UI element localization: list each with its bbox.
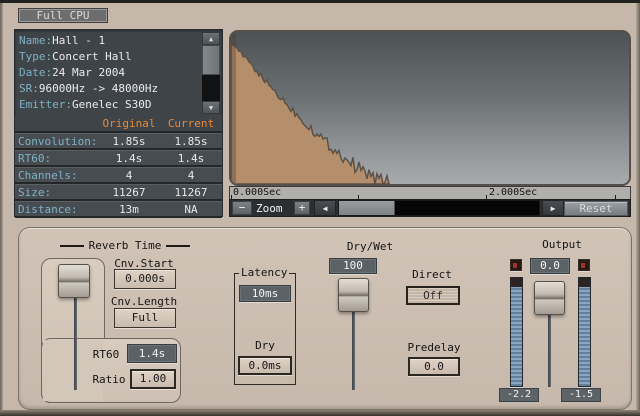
scroll-down-icon[interactable]: ▼ [202,101,220,114]
scroll-right-icon[interactable]: ▶ [542,200,564,216]
meter-cap [579,278,590,287]
latency-title: Latency [239,266,289,279]
predelay-label: Predelay [393,341,475,354]
info-row-name: Name:Hall - 1 [15,33,222,49]
output-meter-left [510,277,523,387]
reverb-time-title: Reverb Time [55,239,195,252]
output-fader-track[interactable] [548,313,551,387]
dry-wet-label: Dry/Wet [321,240,419,253]
output-value[interactable]: 0.0 [530,258,570,274]
col-current: Current [160,116,222,131]
waveform-scroll-track[interactable] [338,200,540,216]
meter-readout-right: -1.5 [561,388,601,402]
zoom-out-button[interactable]: − [232,201,252,215]
col-original: Original [98,116,160,131]
full-cpu-button[interactable]: Full CPU [18,8,108,23]
scrollbar-thumb[interactable] [202,45,220,75]
ratio-value[interactable]: 1.00 [130,369,176,389]
cnv-length-label: Cnv.Length [107,295,181,308]
info-row-sr: SR:96000Hz -> 48000Hz [15,81,222,97]
direct-label: Direct [391,268,473,281]
dry-label: Dry [241,339,289,352]
control-panel: Reverb Time Cnv.Start 0.000s Cnv.Length … [18,227,632,410]
reset-button[interactable]: Reset [564,201,628,216]
ruler-end-label: 2.000Sec [489,187,537,199]
ruler-start-label: 0.000Sec [233,187,281,199]
zoom-in-button[interactable]: + [294,201,310,215]
scroll-left-icon[interactable]: ◀ [314,200,336,216]
table-header: Original Current [15,116,222,133]
waveform-scroll-thumb[interactable] [339,201,395,215]
window-right-edge [636,3,640,416]
decay-envelope [231,32,629,184]
table-row: Size: 11267 11267 [15,184,222,201]
info-scrollbar[interactable]: ▲ ▼ [202,32,220,114]
table-row: RT60: 1.4s 1.4s [15,150,222,167]
zoom-scroll-bar: − Zoom + ◀ ▶ Reset [229,199,631,217]
dry-wet-value[interactable]: 100 [329,258,377,274]
reverb-time-fader-handle[interactable] [58,264,90,298]
rt60-label: RT60 [89,348,123,361]
ratio-label: Ratio [91,373,127,386]
zoom-label: Zoom [256,202,292,215]
impulse-waveform-display[interactable] [229,30,631,186]
output-label: Output [522,238,602,251]
latency-value[interactable]: 10ms [239,285,291,302]
table-row: Convolution: 1.85s 1.85s [15,133,222,150]
table-row: Distance: 13m NA [15,201,222,218]
output-fader-handle[interactable] [534,281,565,315]
info-row-date: Date:24 Mar 2004 [15,65,222,81]
cnv-start-value[interactable]: 0.000s [114,269,176,289]
output-meter-right [578,277,591,387]
impulse-info-list: Name:Hall - 1 Type:Concert Hall Date:24 … [15,30,222,113]
dry-wet-fader-track[interactable] [352,308,355,390]
info-row-type: Type:Concert Hall [15,49,222,65]
window-bottom-edge [0,410,640,416]
window-left-edge [0,3,3,416]
clip-led-left-icon[interactable] [510,259,522,271]
cnv-length-value[interactable]: Full [114,308,176,328]
meter-readout-left: -2.2 [499,388,539,402]
dry-latency-value[interactable]: 0.0ms [238,356,292,375]
impulse-compare-table: Original Current Convolution: 1.85s 1.85… [15,116,222,218]
clip-led-right-icon[interactable] [578,259,590,271]
predelay-value[interactable]: 0.0 [408,357,460,376]
time-ruler: 0.000Sec 2.000Sec [229,186,631,199]
rt60-value[interactable]: 1.4s [127,344,177,363]
window-top-strip [0,0,640,3]
impulse-info-panel: Name:Hall - 1 Type:Concert Hall Date:24 … [14,29,223,217]
info-row-emitter: Emitter:Genelec S30D [15,97,222,113]
direct-toggle-button[interactable]: Off [406,286,460,305]
dry-wet-fader-handle[interactable] [338,278,369,312]
table-row: Channels: 4 4 [15,167,222,184]
scroll-up-icon[interactable]: ▲ [202,32,220,45]
meter-cap [511,278,522,287]
